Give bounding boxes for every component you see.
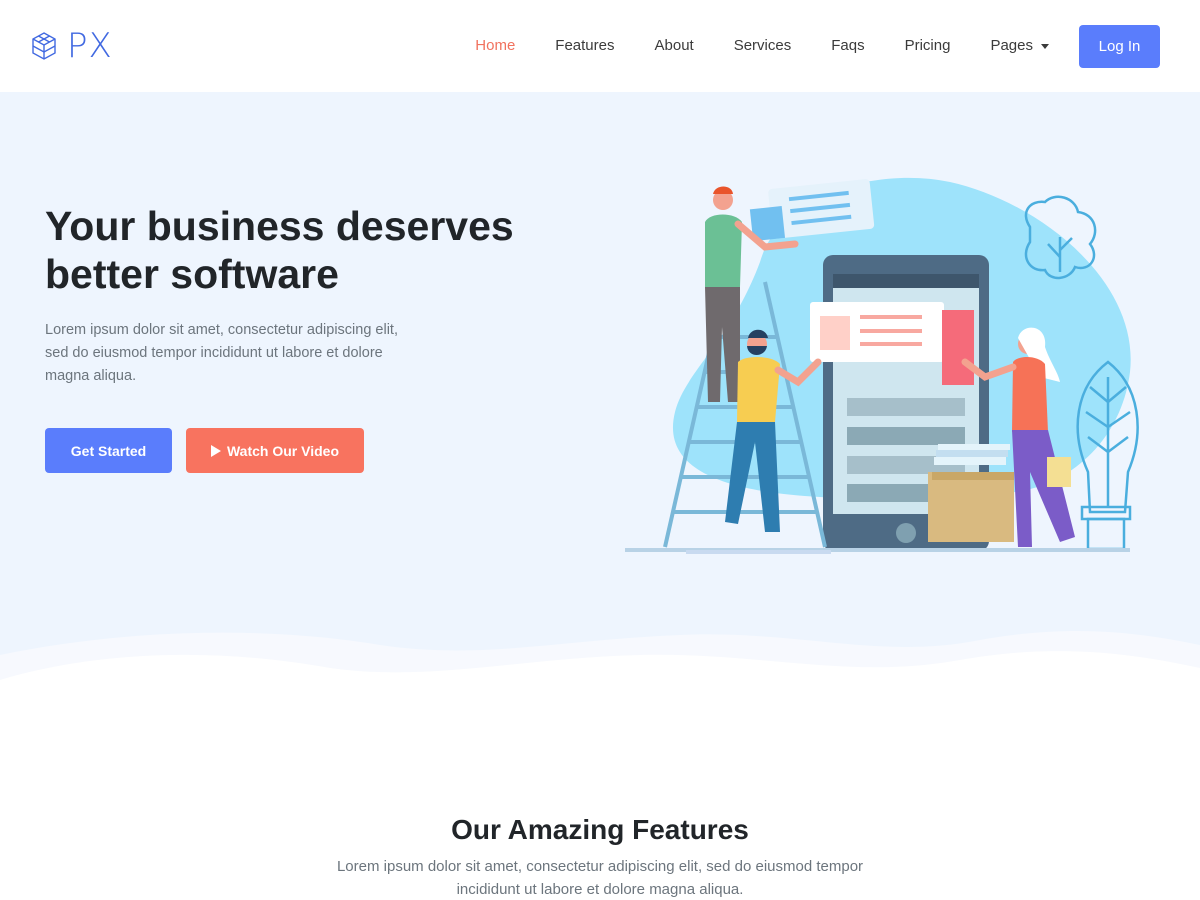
get-started-button[interactable]: Get Started bbox=[45, 428, 172, 473]
wave-divider bbox=[0, 631, 1200, 710]
login-button[interactable]: Log In bbox=[1079, 24, 1160, 68]
main-nav: Home Features About Services Faqs Pricin… bbox=[475, 0, 1200, 92]
nav-pricing[interactable]: Pricing bbox=[905, 36, 951, 56]
nav-about[interactable]: About bbox=[655, 36, 694, 56]
nav-home[interactable]: Home bbox=[475, 36, 515, 56]
logo-text: PX bbox=[67, 26, 113, 66]
play-icon bbox=[210, 444, 221, 457]
hero-description: Lorem ipsum dolor sit amet, consectetur … bbox=[45, 322, 398, 384]
nav-pages-dropdown[interactable]: Pages bbox=[990, 36, 1049, 56]
team-building-app-illustration bbox=[625, 177, 1139, 554]
features-title: Our Amazing Features bbox=[451, 814, 749, 845]
features-description: Lorem ipsum dolor sit amet, consectetur … bbox=[336, 858, 864, 898]
nav-services[interactable]: Services bbox=[734, 36, 792, 56]
caret-down-icon bbox=[1041, 43, 1049, 49]
cube-icon bbox=[32, 32, 56, 60]
nav-pages-label: Pages bbox=[990, 37, 1033, 54]
hero-section: Your business deserves better software L… bbox=[0, 92, 1200, 702]
nav-faqs[interactable]: Faqs bbox=[831, 36, 864, 56]
logo[interactable]: PX bbox=[31, 26, 113, 66]
nav-features[interactable]: Features bbox=[555, 36, 614, 56]
watch-video-label: Watch Our Video bbox=[226, 442, 339, 459]
navbar: PX Home Features About Services Faqs Pri… bbox=[0, 0, 1200, 92]
watch-video-button[interactable]: Watch Our Video bbox=[186, 428, 364, 473]
hero-title: Your business deserves better software bbox=[45, 203, 514, 297]
